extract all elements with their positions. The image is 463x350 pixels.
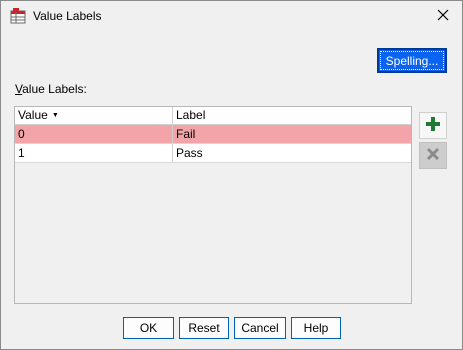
close-icon (437, 9, 449, 24)
close-button[interactable] (430, 5, 456, 27)
label-cell[interactable]: Pass (173, 144, 411, 162)
value-cell[interactable]: 1 (15, 144, 173, 162)
reset-button[interactable]: Reset (179, 317, 229, 339)
table-row[interactable]: 1 Pass (15, 144, 411, 163)
table-row[interactable]: 0 Fail (15, 125, 411, 144)
help-button[interactable]: Help (291, 317, 341, 339)
window-title: Value Labels (33, 9, 102, 23)
title-bar: Value Labels (1, 1, 462, 32)
spelling-button[interactable]: Spelling... (377, 48, 447, 73)
label-cell[interactable]: Fail (173, 125, 411, 143)
value-labels-grid[interactable]: Value ▼ Label 0 Fail 1 Pass (14, 106, 412, 304)
value-labels-icon (10, 8, 26, 24)
ok-button[interactable]: OK (123, 317, 174, 339)
grid-header: Value ▼ Label (15, 107, 411, 125)
value-labels-dialog: Value Labels Spelling... Value Labels: V… (0, 0, 463, 350)
cancel-button[interactable]: Cancel (234, 317, 286, 339)
add-label-button[interactable] (419, 112, 447, 139)
x-icon (426, 147, 440, 164)
column-header-value[interactable]: Value ▼ (15, 107, 173, 124)
remove-label-button[interactable] (419, 142, 447, 169)
column-header-label[interactable]: Label (173, 107, 411, 124)
value-labels-heading: Value Labels: (15, 82, 87, 96)
value-cell[interactable]: 0 (15, 125, 173, 143)
sort-down-icon: ▼ (51, 112, 59, 119)
plus-icon (425, 116, 441, 135)
